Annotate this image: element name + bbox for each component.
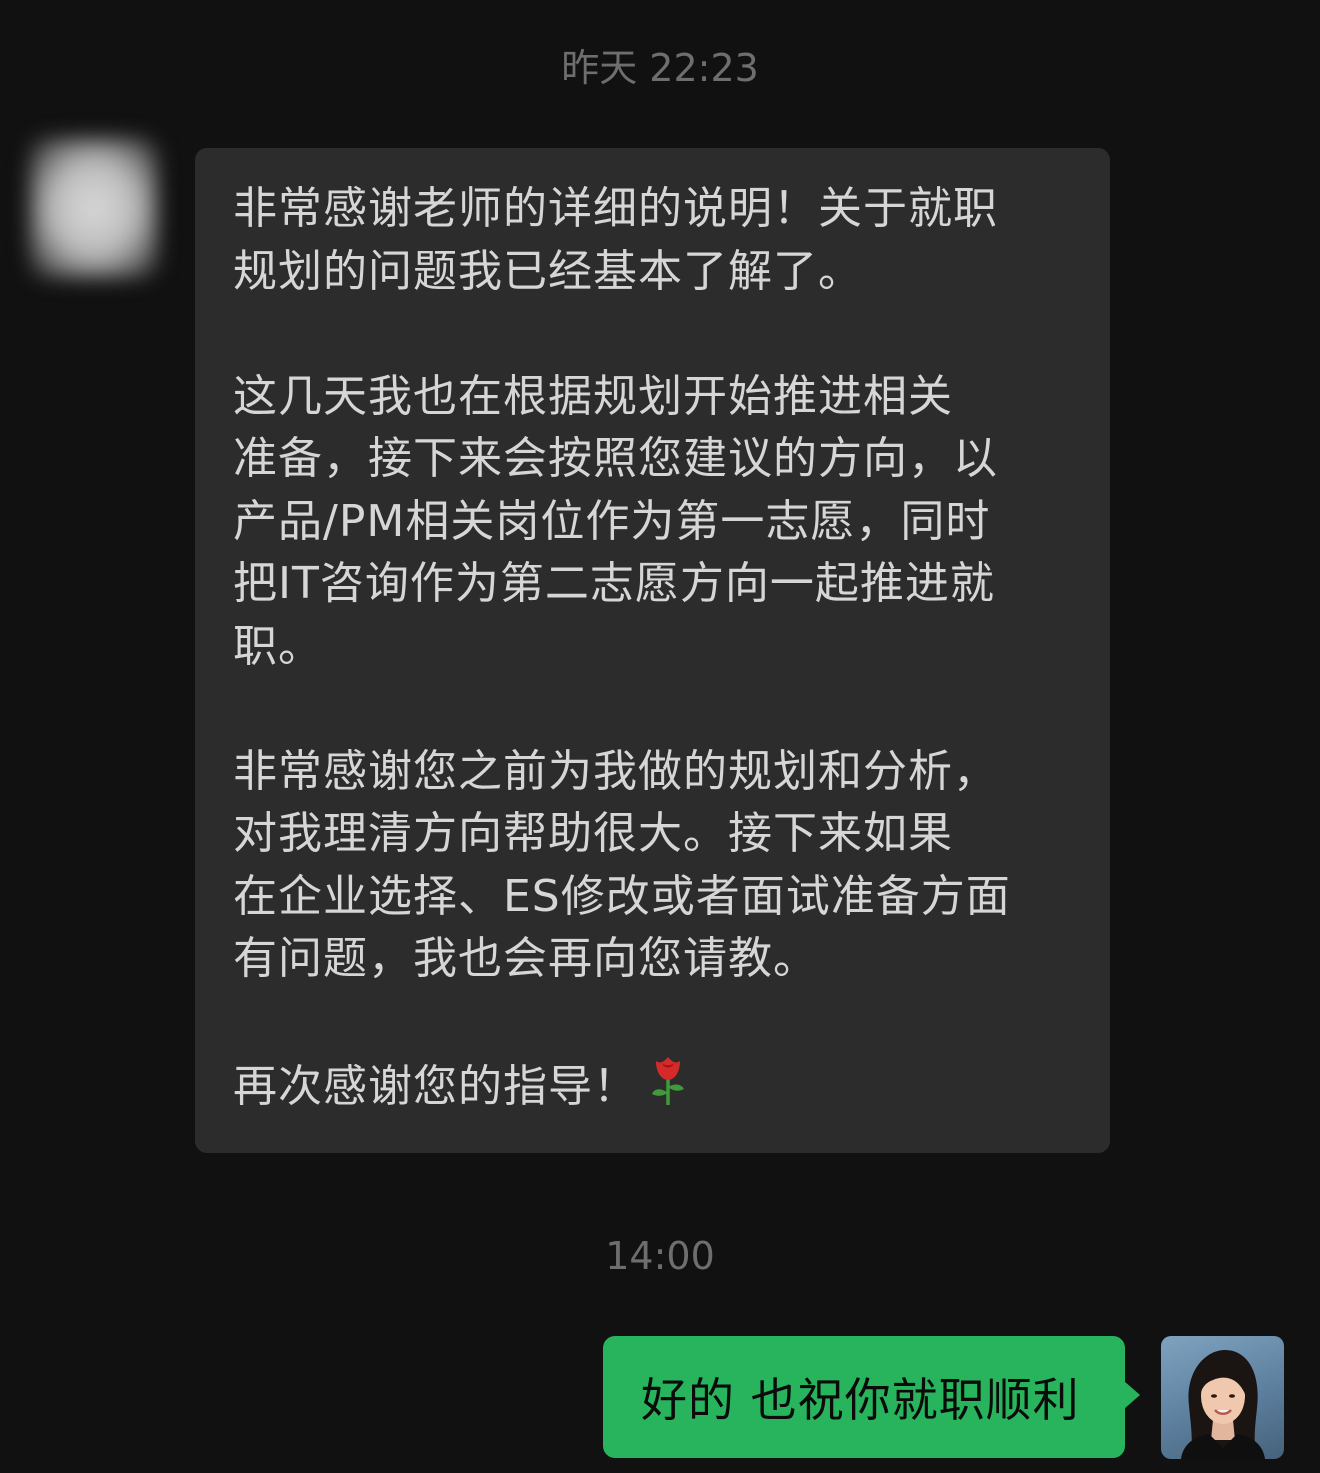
message-paragraph-4: 再次感谢您的指导！: [233, 1053, 1074, 1125]
rose-icon: [648, 1053, 688, 1125]
message-paragraph-2: 这几天我也在根据规划开始推进相关 准备，接下来会按照您建议的方向，以 产品/PM…: [233, 370, 998, 672]
timestamp-yesterday: 昨天 22:23: [561, 46, 759, 90]
timestamp-today: 14:00: [605, 1234, 715, 1278]
avatar-portrait-icon: [1181, 1350, 1265, 1459]
outgoing-message-bubble[interactable]: 好的 也祝你就职顺利: [603, 1336, 1125, 1458]
user-avatar[interactable]: [1161, 1336, 1284, 1459]
bubble-tail: [1124, 1381, 1140, 1409]
incoming-message-bubble[interactable]: 非常感谢老师的详细的说明！关于就职 规划的问题我已经基本了解了。 这几天我也在根…: [195, 148, 1110, 1153]
outgoing-message-text: 好的 也祝你就职顺利: [641, 1373, 1080, 1427]
contact-avatar[interactable]: [30, 138, 158, 278]
message-paragraph-1: 非常感谢老师的详细的说明！关于就职 规划的问题我已经基本了解了。: [233, 183, 998, 297]
message-closing-text: 再次感谢您的指导！: [233, 1061, 638, 1112]
message-paragraph-3: 非常感谢您之前为我做的规划和分析， 对我理清方向帮助很大。接下来如果 在企业选择…: [233, 745, 1011, 985]
